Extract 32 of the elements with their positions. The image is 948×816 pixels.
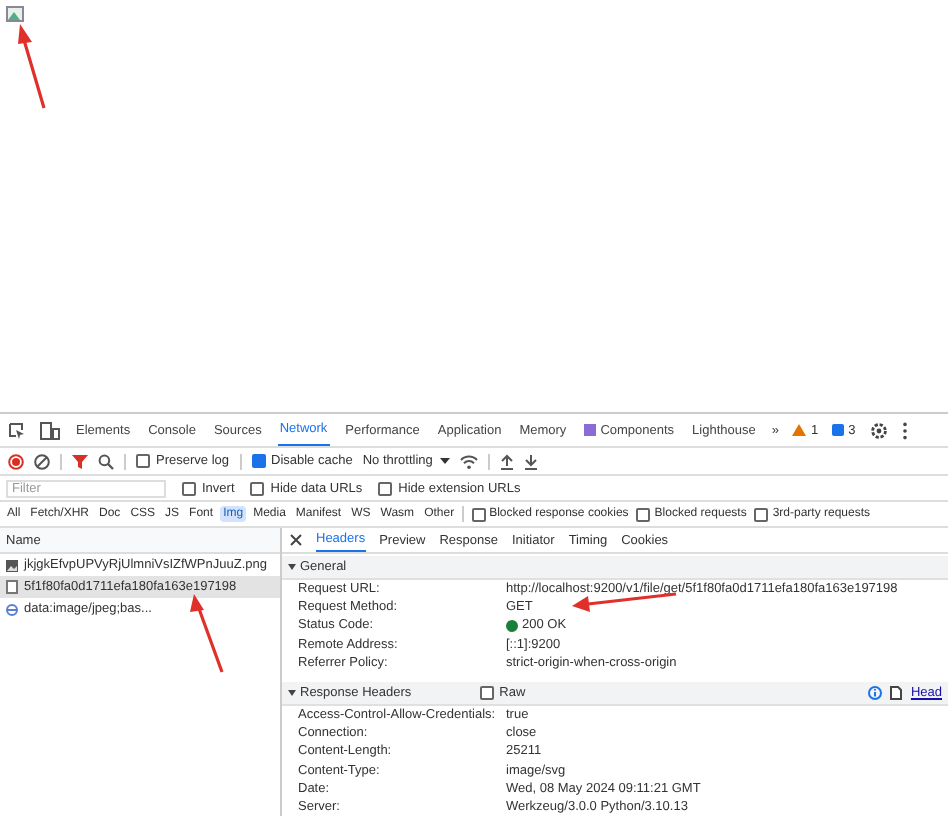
checkbox[interactable] bbox=[636, 507, 651, 521]
checkbox[interactable] bbox=[251, 454, 265, 468]
checkbox[interactable] bbox=[182, 481, 196, 495]
annotation-arrow bbox=[190, 594, 224, 673]
checkbox[interactable] bbox=[754, 507, 769, 521]
caret-icon bbox=[440, 458, 451, 464]
upload-icon[interactable] bbox=[500, 453, 515, 469]
checkbox[interactable] bbox=[479, 685, 494, 700]
checkbox[interactable] bbox=[250, 481, 265, 495]
filter-icon[interactable] bbox=[72, 453, 88, 469]
document-icon bbox=[890, 685, 903, 700]
checkbox[interactable] bbox=[471, 507, 486, 521]
settings-icon[interactable] bbox=[869, 421, 888, 439]
inspect-icon[interactable] bbox=[8, 421, 26, 439]
search-icon[interactable] bbox=[98, 453, 114, 469]
download-icon[interactable] bbox=[524, 453, 539, 469]
annotation-arrow bbox=[18, 24, 46, 109]
clear-icon[interactable] bbox=[34, 453, 50, 469]
checkbox[interactable] bbox=[378, 481, 393, 495]
annotation-arrow bbox=[572, 592, 677, 612]
document-icon bbox=[6, 580, 18, 594]
info-icon[interactable] bbox=[868, 685, 883, 700]
image-file-icon bbox=[6, 559, 18, 571]
status-dot-icon bbox=[506, 619, 518, 632]
record-icon[interactable] bbox=[8, 453, 24, 469]
device-toolbar-icon[interactable] bbox=[40, 421, 60, 439]
data-url-icon bbox=[6, 603, 18, 615]
more-options-icon[interactable] bbox=[901, 421, 908, 439]
close-icon[interactable] bbox=[290, 534, 302, 546]
checkbox[interactable] bbox=[136, 454, 150, 468]
wifi-icon[interactable] bbox=[460, 453, 479, 469]
broken-image-icon bbox=[6, 6, 24, 22]
